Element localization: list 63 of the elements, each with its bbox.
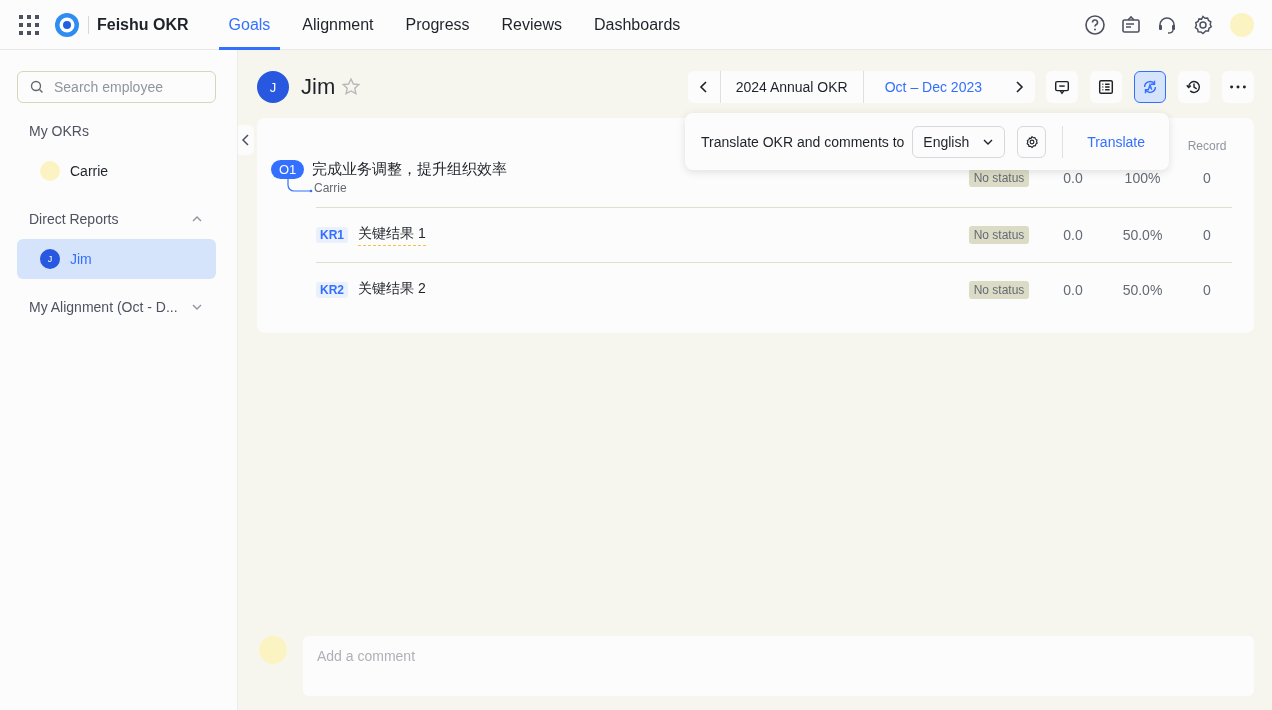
translate-link[interactable]: Translate — [1079, 133, 1153, 150]
list-button[interactable] — [1090, 71, 1122, 103]
section-title: Direct Reports — [29, 211, 119, 227]
user-avatar: J — [40, 249, 60, 269]
score-value: 0.0 — [1062, 169, 1084, 186]
nav-tab[interactable]: Dashboards — [584, 0, 691, 50]
progress-value: 50.0% — [1121, 282, 1164, 298]
key-result-title[interactable]: 关键结果 1 — [358, 224, 426, 246]
record-count: 0 — [1202, 282, 1212, 298]
settings-icon — [1024, 134, 1039, 149]
star-icon[interactable] — [341, 77, 362, 97]
score-value: 0.0 — [1062, 227, 1084, 243]
logo-icon — [54, 11, 80, 38]
comment-icon — [1053, 78, 1071, 96]
score-value: 0.0 — [1062, 282, 1084, 298]
record-count: 0 — [1202, 227, 1212, 243]
progress-value: 100% — [1123, 169, 1162, 186]
list-icon — [1097, 78, 1115, 96]
employee-item[interactable]: J Jim — [17, 239, 216, 279]
chevron-left-icon — [240, 133, 252, 147]
user-name: Jim — [301, 74, 336, 100]
more-icon — [1230, 85, 1246, 89]
connector-line — [287, 179, 313, 195]
signboard-icon[interactable] — [1120, 13, 1142, 36]
objective-title[interactable]: 完成业务调整，提升组织效率 — [312, 160, 508, 179]
settings-button[interactable] — [1017, 125, 1047, 158]
employee-item[interactable]: Carrie — [17, 151, 216, 191]
nav-tab[interactable]: Alignment — [292, 0, 384, 50]
column-header: Record — [1186, 139, 1228, 153]
settings-icon[interactable] — [1192, 13, 1214, 36]
objective-tag: O1 — [271, 160, 305, 179]
translate-button[interactable] — [1134, 71, 1166, 103]
period-option[interactable]: Oct – Dec 2023 — [862, 71, 1003, 103]
status-tag: No status — [968, 281, 1030, 299]
user-avatar — [259, 636, 287, 664]
owner-name: Carrie — [314, 181, 347, 195]
comment-button[interactable] — [1046, 71, 1078, 103]
app-name: Feishu OKR — [97, 15, 189, 34]
record-count: 0 — [1202, 169, 1212, 186]
search-field[interactable]: Search employee — [17, 71, 216, 103]
key-result-tag: KR1 — [316, 227, 348, 243]
key-result-title[interactable]: 关键结果 2 — [358, 279, 426, 301]
nav-tab[interactable]: Reviews — [491, 0, 572, 50]
user-avatar: J — [257, 71, 289, 103]
period-option[interactable]: 2024 Annual OKR — [719, 71, 863, 103]
history-button[interactable] — [1178, 71, 1210, 103]
section-title: My Alignment (Oct - D... — [29, 299, 178, 315]
translate-icon — [1141, 78, 1159, 96]
nav-tab[interactable]: Goals — [218, 0, 281, 50]
user-avatar — [40, 161, 60, 181]
translate-label: Translate OKR and comments to — [701, 133, 905, 150]
comment-field[interactable]: Add a comment — [303, 636, 1254, 696]
help-icon[interactable] — [1084, 13, 1106, 36]
section-title: My OKRs — [29, 123, 89, 139]
progress-value: 50.0% — [1121, 227, 1164, 243]
history-icon — [1185, 78, 1203, 96]
collapse-button[interactable] — [238, 125, 254, 155]
app-grid-icon[interactable] — [18, 13, 40, 36]
nav-tab[interactable]: Progress — [395, 0, 480, 50]
status-tag: No status — [968, 226, 1030, 244]
search-icon — [30, 80, 44, 94]
key-result-tag: KR2 — [316, 282, 348, 298]
language-dropdown[interactable]: English — [912, 125, 1006, 158]
